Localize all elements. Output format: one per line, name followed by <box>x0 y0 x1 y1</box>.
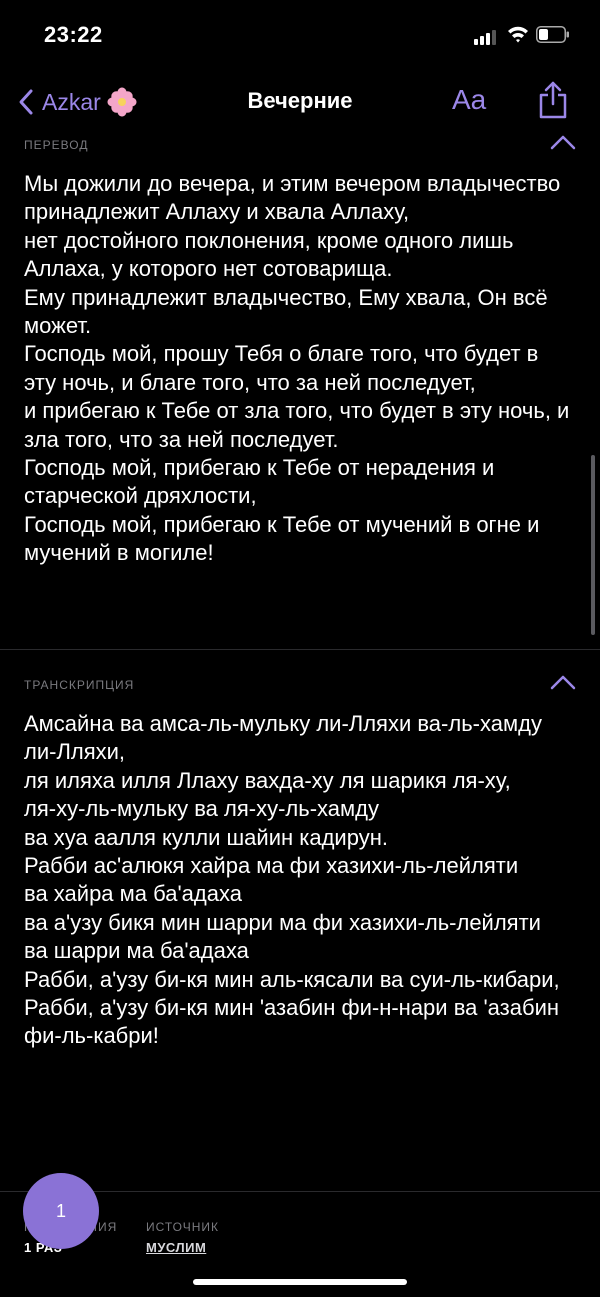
divider <box>0 649 600 650</box>
translation-label: ПЕРЕВОД <box>24 138 89 152</box>
translation-section: ПЕРЕВОД Мы дожили до вечера, и этим вече… <box>0 134 600 568</box>
source-link[interactable]: МУСЛИМ <box>146 1240 206 1255</box>
translation-header[interactable]: ПЕРЕВОД <box>0 134 600 158</box>
scrollbar[interactable] <box>591 455 595 635</box>
counter-value: 1 <box>55 1200 66 1221</box>
chevron-up-icon[interactable] <box>550 134 576 150</box>
translation-text: Мы дожили до вечера, и этим вечером влад… <box>24 171 570 566</box>
transcription-label: ТРАНСКРИПЦИЯ <box>24 678 135 692</box>
status-time: 23:22 <box>44 22 103 47</box>
font-size-button[interactable]: Aa <box>452 84 486 116</box>
nav-bar: Azkar Вечерние Aa <box>0 70 600 134</box>
wifi-icon <box>508 26 528 43</box>
status-bar: 23:22 <box>0 0 600 70</box>
back-label: Azkar <box>42 88 101 115</box>
flower-icon <box>107 87 137 117</box>
transcription-header[interactable]: ТРАНСКРИПЦИЯ <box>0 674 600 698</box>
home-indicator[interactable] <box>193 1279 407 1285</box>
share-icon[interactable] <box>538 80 568 120</box>
signal-icon <box>474 29 500 45</box>
transcription-text: Амсайна ва амса-ль-мульку ли-Лляхи ва-ль… <box>24 711 560 1049</box>
battery-icon <box>536 26 569 43</box>
back-button[interactable]: Azkar <box>18 84 145 120</box>
source-label: ИСТОЧНИК <box>146 1220 220 1234</box>
counter-button[interactable]: 1 <box>23 1173 99 1249</box>
chevron-left-icon <box>19 89 33 115</box>
chevron-up-icon[interactable] <box>550 674 576 690</box>
transcription-section: ТРАНСКРИПЦИЯ Амсайна ва амса-ль-мульку л… <box>0 674 600 1051</box>
